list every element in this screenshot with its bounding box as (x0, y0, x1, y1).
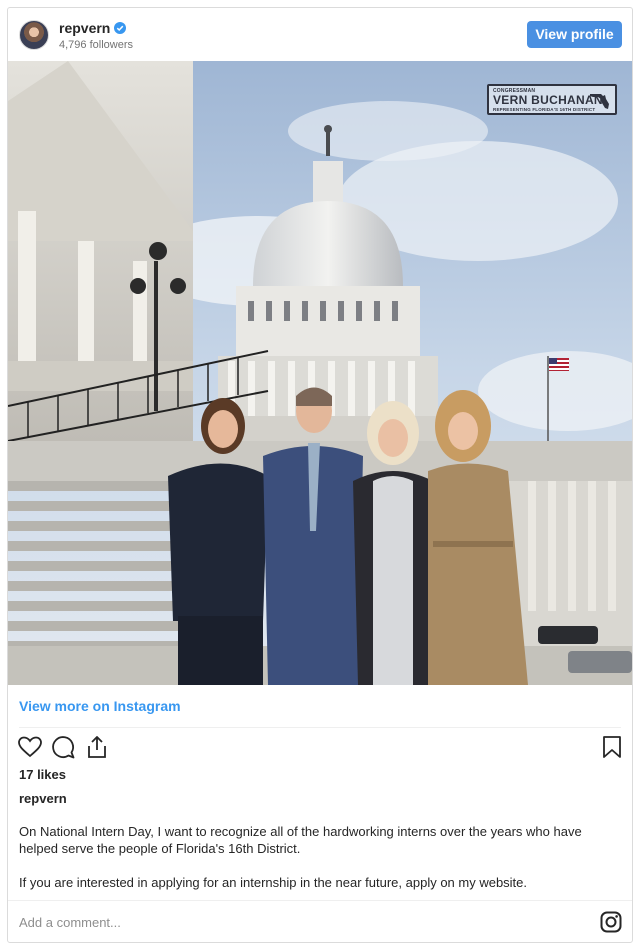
comment-bubble-icon[interactable] (50, 734, 76, 760)
instagram-icon[interactable] (600, 911, 622, 933)
view-profile-button[interactable]: View profile (527, 21, 622, 48)
instagram-embed-card: repvern 4,796 followers View profile CON… (7, 7, 633, 943)
watermark-sub-line: REPRESENTING FLORIDA'S 16TH DISTRICT (493, 107, 596, 112)
username-row: repvern (59, 20, 133, 36)
bookmark-icon[interactable] (599, 734, 625, 760)
like-count[interactable]: 17 likes (19, 767, 66, 782)
verified-badge-icon (114, 22, 127, 34)
post-photo[interactable]: CONGRESSMAN VERN BUCHANAN REPRESENTING F… (8, 61, 632, 685)
heart-icon[interactable] (17, 734, 43, 760)
comment-bar (8, 900, 632, 942)
post-header: repvern 4,796 followers View profile (8, 8, 632, 61)
congressman-watermark-logo: CONGRESSMAN VERN BUCHANAN REPRESENTING F… (487, 84, 617, 115)
watermark-name: VERN BUCHANAN (493, 93, 603, 107)
avatar[interactable] (19, 20, 49, 50)
divider (19, 727, 621, 728)
follower-count: 4,796 followers (59, 39, 133, 51)
caption-paragraph: On National Intern Day, I want to recogn… (19, 824, 582, 856)
post-caption: On National Intern Day, I want to recogn… (19, 823, 619, 908)
comment-input[interactable] (19, 912, 539, 932)
caption-username[interactable]: repvern (19, 791, 67, 806)
user-info: repvern 4,796 followers (59, 20, 133, 51)
username[interactable]: repvern (59, 20, 110, 36)
share-icon[interactable] (84, 734, 110, 760)
action-bar (8, 734, 632, 764)
caption-paragraph: If you are interested in applying for an… (19, 875, 528, 890)
capitol-photo-image (8, 61, 632, 685)
florida-outline-icon (590, 94, 609, 109)
view-more-link[interactable]: View more on Instagram (19, 698, 181, 714)
